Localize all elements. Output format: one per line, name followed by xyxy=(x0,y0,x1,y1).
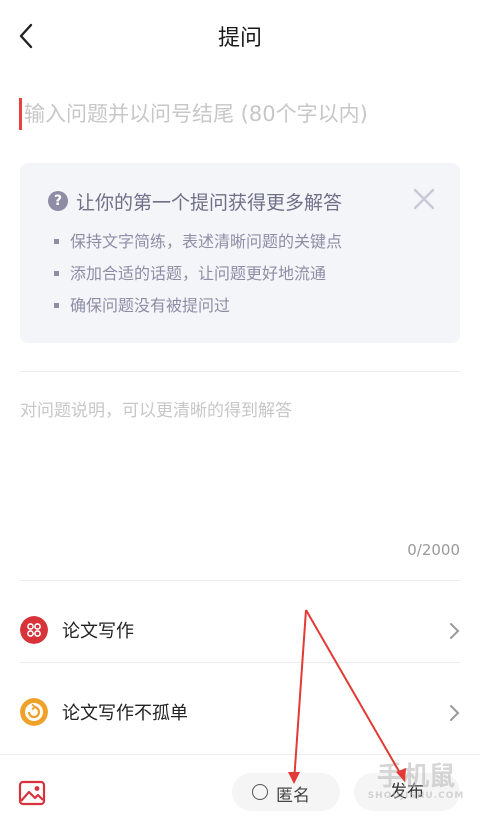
chevron-right-icon xyxy=(450,623,460,639)
tips-close-button[interactable] xyxy=(408,183,440,215)
question-circle-icon: ? xyxy=(48,191,68,211)
char-counter: 0/2000 xyxy=(407,541,460,559)
refresh-circle-icon xyxy=(20,698,48,726)
question-input[interactable] xyxy=(20,94,464,134)
tips-box: ? 让你的第一个提问获得更多解答 保持文字简练，表述清晰问题的关键点 添加合适的… xyxy=(20,163,460,343)
topic-label: 论文写作不孤单 xyxy=(62,703,188,724)
anonymous-label: 匿名 xyxy=(276,786,310,806)
top-bar: 提问 xyxy=(0,0,480,72)
radio-circle-icon xyxy=(252,784,268,800)
tips-list: 保持文字简练，表述清晰问题的关键点 添加合适的话题，让问题更好地流通 确保问题没… xyxy=(48,231,342,327)
grid-circle-icon xyxy=(20,616,48,644)
topic-row-paper-writing-not-alone[interactable]: 论文写作不孤单 xyxy=(0,672,480,754)
insert-image-button[interactable] xyxy=(18,779,46,807)
chevron-right-icon xyxy=(450,705,460,721)
bullet-icon xyxy=(54,303,59,308)
watermark-logo: 手机鼠 SHOUJISHU.COM xyxy=(367,762,465,801)
image-icon xyxy=(18,780,46,806)
divider xyxy=(20,580,460,581)
topic-label: 论文写作 xyxy=(62,621,134,642)
page-title: 提问 xyxy=(217,26,262,51)
anonymous-toggle[interactable]: 匿名 xyxy=(232,773,340,811)
tips-title: 让你的第一个提问获得更多解答 xyxy=(76,192,343,214)
divider xyxy=(20,662,460,663)
divider xyxy=(20,371,460,372)
tip-item: 确保问题没有被提问过 xyxy=(48,295,342,327)
tip-item: 保持文字简练，表述清晰问题的关键点 xyxy=(48,231,342,263)
topic-row-paper-writing[interactable]: 论文写作 xyxy=(0,590,480,672)
close-icon xyxy=(413,188,435,210)
bullet-icon xyxy=(54,239,59,244)
bullet-icon xyxy=(54,271,59,276)
description-input[interactable] xyxy=(20,396,460,536)
tip-item: 添加合适的话题，让问题更好地流通 xyxy=(48,263,342,295)
